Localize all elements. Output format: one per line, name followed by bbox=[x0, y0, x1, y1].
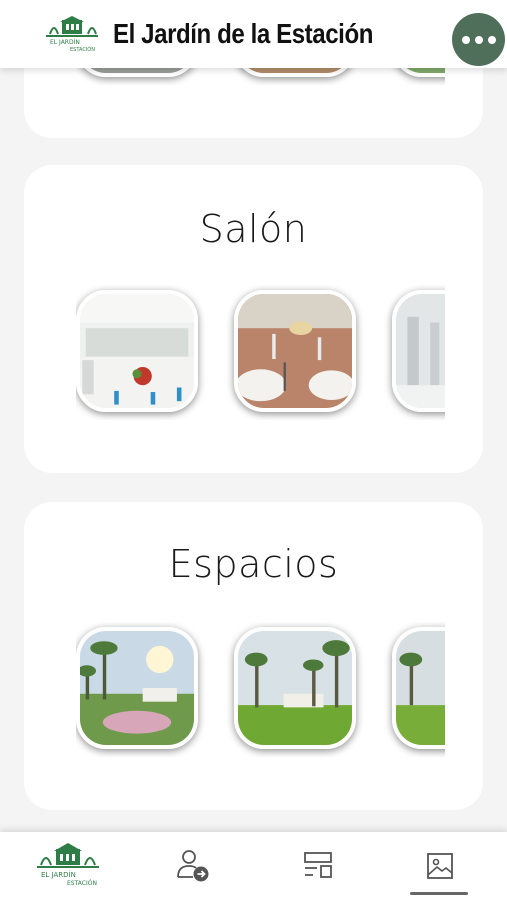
layout-icon bbox=[304, 852, 332, 878]
more-dots-icon bbox=[461, 35, 470, 44]
gallery-thumbnail[interactable] bbox=[76, 627, 198, 749]
section-card-salon: Salón bbox=[24, 165, 483, 473]
nav-account[interactable] bbox=[165, 832, 221, 900]
gallery-thumbnail[interactable] bbox=[76, 290, 198, 412]
nav-gallery[interactable] bbox=[412, 832, 468, 900]
more-dot bbox=[487, 35, 496, 44]
more-options-button[interactable] bbox=[452, 13, 505, 66]
section-title: Salón bbox=[199, 207, 308, 251]
gallery-thumbnail[interactable] bbox=[392, 627, 445, 749]
gallery-thumbnail[interactable] bbox=[234, 627, 356, 749]
logo-icon: EL JARDÍN ESTACIÓN bbox=[37, 843, 99, 887]
svg-text:EL JARDÍN: EL JARDÍN bbox=[41, 870, 76, 879]
nav-home-logo[interactable]: EL JARDÍN ESTACIÓN bbox=[28, 832, 108, 900]
section-title: Espacios bbox=[168, 542, 339, 586]
image-icon bbox=[427, 853, 453, 879]
app-header: EL JARDÍN ESTACIÓN El Jardín de la Estac… bbox=[0, 0, 507, 68]
section-card-espacios: Espacios bbox=[24, 502, 483, 810]
carousel-espacios[interactable] bbox=[76, 622, 445, 757]
svg-text:ESTACIÓN: ESTACIÓN bbox=[70, 46, 95, 53]
logo-icon[interactable]: EL JARDÍN ESTACIÓN bbox=[44, 16, 100, 54]
active-tab-indicator bbox=[410, 892, 468, 895]
svg-text:EL JARDÍN: EL JARDÍN bbox=[50, 39, 80, 46]
gallery-thumbnail[interactable] bbox=[392, 290, 445, 412]
svg-text:ESTACIÓN: ESTACIÓN bbox=[67, 880, 97, 887]
app-title: El Jardín de la Estación bbox=[113, 18, 374, 49]
more-dot bbox=[474, 35, 483, 44]
bottom-navigation: EL JARDÍN ESTACIÓN bbox=[0, 832, 507, 900]
user-arrow-icon bbox=[177, 850, 209, 882]
nav-layout[interactable] bbox=[290, 832, 346, 900]
gallery-thumbnail[interactable] bbox=[234, 290, 356, 412]
carousel-salon[interactable] bbox=[76, 285, 445, 420]
